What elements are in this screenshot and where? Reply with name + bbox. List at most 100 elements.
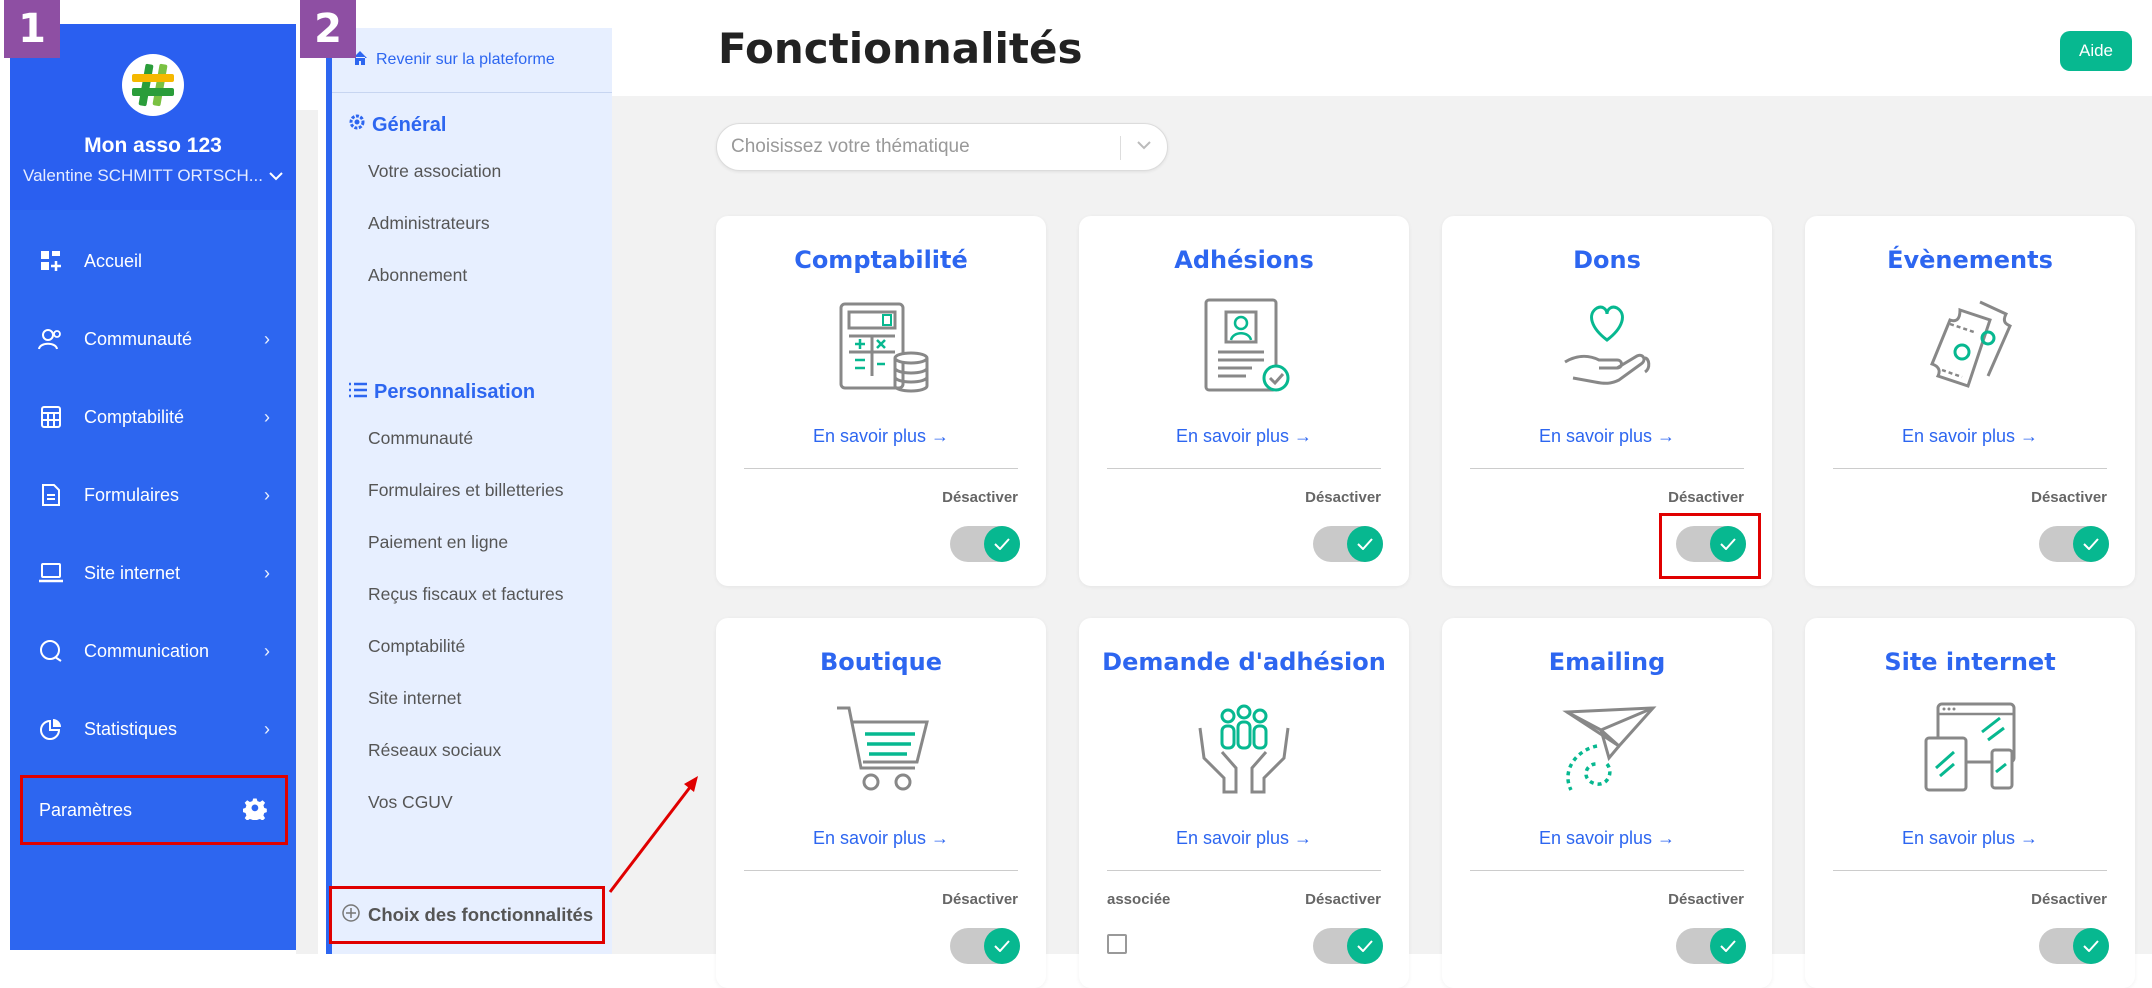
feature-toggle[interactable]	[950, 526, 1020, 562]
card-divider	[1107, 468, 1381, 469]
personnalisation-list: Communauté Formulaires et billetteries P…	[332, 412, 612, 828]
deactivate-label: Désactiver	[1305, 891, 1381, 908]
nav-item-communaute[interactable]: Communauté ›	[10, 300, 296, 378]
deactivate-label: Désactiver	[1668, 891, 1744, 908]
settings-item-paiement[interactable]: Paiement en ligne	[332, 516, 612, 568]
learn-more-link[interactable]: En savoir plus →	[1442, 426, 1772, 447]
top-bar: Fonctionnalités Aide	[612, 0, 2152, 96]
card-divider	[744, 468, 1018, 469]
general-list: Votre association Administrateurs Abonne…	[332, 145, 612, 301]
org-name: Mon asso 123	[84, 134, 222, 157]
nav-item-formulaires[interactable]: Formulaires ›	[10, 456, 296, 534]
chevron-right-icon: ›	[264, 640, 270, 661]
users-icon	[38, 326, 64, 352]
arrow-right-icon: →	[1657, 828, 1676, 848]
nav-item-communication[interactable]: Communication ›	[10, 612, 296, 690]
settings-item-administrateurs[interactable]: Administrateurs	[332, 197, 612, 249]
calculator-icon	[38, 404, 64, 430]
donation-hand-icon	[1564, 305, 1651, 385]
chat-icon	[38, 638, 64, 664]
arrow-right-icon: →	[1294, 828, 1313, 848]
feature-card-comptabilite: Comptabilité En savoir plus → Désactiver	[716, 216, 1046, 586]
feature-card-evenements: Évènements En savoir plus → Désactiver	[1805, 216, 2135, 586]
gear-icon	[243, 796, 267, 825]
learn-more-link[interactable]: En savoir plus →	[1079, 426, 1409, 447]
section-personnalisation-title: Personnalisation	[332, 381, 612, 404]
feature-card-dons: Dons En savoir plus → Désactiver	[1442, 216, 1772, 586]
feature-toggle[interactable]	[1313, 526, 1383, 562]
nav-item-statistiques[interactable]: Statistiques ›	[10, 690, 296, 768]
arrow-right-icon: →	[2020, 426, 2039, 446]
associated-label: associée	[1107, 891, 1171, 908]
check-icon	[2073, 928, 2109, 964]
gear-icon	[348, 113, 366, 137]
community-hands-icon	[1198, 704, 1290, 794]
annotation-marker-2: 2	[300, 0, 356, 58]
devices-icon	[1924, 702, 2016, 792]
feature-card-site-internet: Site internet En savoir plus → Désactive…	[1805, 618, 2135, 988]
feature-toggle[interactable]	[2039, 928, 2109, 964]
settings-button[interactable]: Paramètres	[20, 775, 288, 845]
card-divider	[1833, 468, 2107, 469]
feature-card-demande-adhesion: Demande d'adhésion En savoir plus → asso…	[1079, 618, 1409, 988]
learn-more-link[interactable]: En savoir plus →	[1442, 828, 1772, 849]
check-icon	[984, 928, 1020, 964]
feature-toggle[interactable]	[950, 928, 1020, 964]
list-icon	[348, 381, 368, 404]
settings-item-formulaires[interactable]: Formulaires et billetteries	[332, 464, 612, 516]
settings-item-reseaux-sociaux[interactable]: Réseaux sociaux	[332, 724, 612, 776]
check-icon	[1347, 526, 1383, 562]
arrow-right-icon: →	[1294, 426, 1313, 446]
chevron-right-icon: ›	[264, 562, 270, 583]
learn-more-link[interactable]: En savoir plus →	[1079, 828, 1409, 849]
feature-toggle[interactable]	[2039, 526, 2109, 562]
learn-more-link[interactable]: En savoir plus →	[1805, 426, 2135, 447]
main-nav: Accueil Communauté › Comptabilité › Form…	[10, 222, 296, 768]
feature-toggle[interactable]	[1313, 928, 1383, 964]
card-divider	[744, 870, 1018, 871]
feature-card-boutique: Boutique En savoir plus → Désactiver	[716, 618, 1046, 988]
features-choice-button[interactable]: Choix des fonctionnalités	[329, 886, 605, 944]
card-divider	[1470, 870, 1744, 871]
nav-item-comptabilite[interactable]: Comptabilité ›	[10, 378, 296, 456]
feature-card-emailing: Emailing En savoir plus → Désactiver	[1442, 618, 1772, 988]
theme-select[interactable]: Choisissez votre thématique	[716, 123, 1168, 171]
settings-item-communaute[interactable]: Communauté	[332, 412, 612, 464]
deactivate-label: Désactiver	[942, 891, 1018, 908]
card-divider	[1107, 870, 1381, 871]
learn-more-link[interactable]: En savoir plus →	[716, 828, 1046, 849]
settings-item-site-internet[interactable]: Site internet	[332, 672, 612, 724]
check-icon	[1710, 928, 1746, 964]
arrow-right-icon: →	[1657, 426, 1676, 446]
shopping-cart-icon	[837, 706, 929, 791]
check-icon	[2073, 526, 2109, 562]
deactivate-label: Désactiver	[1305, 489, 1381, 506]
annotation-arrow	[608, 776, 698, 893]
arrow-right-icon: →	[931, 828, 950, 848]
arrow-right-icon: →	[931, 426, 950, 446]
hashtag-logo-icon	[132, 63, 174, 107]
settings-item-comptabilite[interactable]: Comptabilité	[332, 620, 612, 672]
settings-item-votre-association[interactable]: Votre association	[332, 145, 612, 197]
nav-item-accueil[interactable]: Accueil	[10, 222, 296, 300]
settings-item-abonnement[interactable]: Abonnement	[332, 249, 612, 301]
card-divider	[1470, 468, 1744, 469]
settings-item-recus[interactable]: Reçus fiscaux et factures	[332, 568, 612, 620]
page-title: Fonctionnalités	[718, 24, 1083, 73]
settings-item-cguv[interactable]: Vos CGUV	[332, 776, 612, 828]
back-to-platform-link[interactable]: Revenir sur la plateforme	[332, 28, 612, 93]
help-button[interactable]: Aide	[2060, 31, 2132, 71]
user-name[interactable]: Valentine SCHMITT ORTSCH...	[23, 166, 283, 186]
card-divider	[1833, 870, 2107, 871]
document-icon	[38, 482, 64, 508]
nav-item-site-internet[interactable]: Site internet ›	[10, 534, 296, 612]
dashboard-icon	[38, 248, 64, 274]
deactivate-label: Désactiver	[2031, 489, 2107, 506]
annotation-marker-1: 1	[4, 0, 60, 58]
feature-toggle[interactable]	[1676, 928, 1746, 964]
learn-more-link[interactable]: En savoir plus →	[1805, 828, 2135, 849]
learn-more-link[interactable]: En savoir plus →	[716, 426, 1046, 447]
toggle-highlight	[1659, 513, 1761, 579]
chevron-down-icon	[269, 172, 283, 181]
chevron-down-icon	[1135, 136, 1153, 160]
